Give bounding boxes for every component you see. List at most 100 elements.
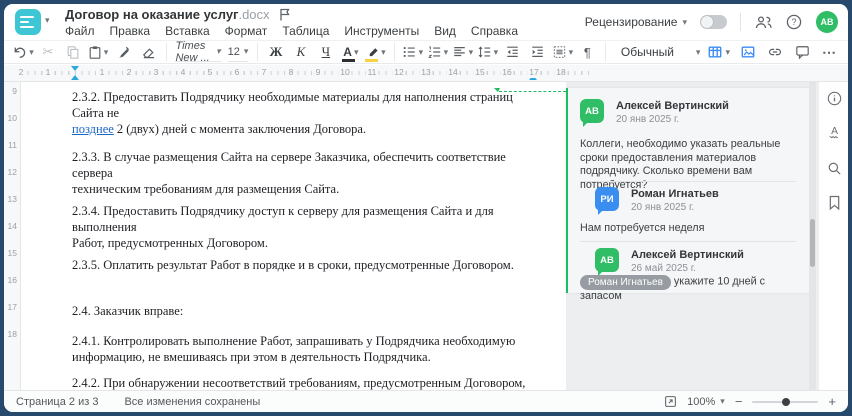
- comment-author: Алексей Вертинский: [616, 100, 729, 112]
- comment-date: 26 май 2025 г.: [631, 263, 696, 274]
- mention-chip[interactable]: Роман Игнатьев: [580, 275, 671, 290]
- tracked-insertion[interactable]: позднее: [72, 122, 114, 136]
- menu-file[interactable]: Файл: [65, 24, 95, 38]
- paragraph-2-3-3[interactable]: 2.3.3. В случае размещения Сайта на серв…: [72, 149, 536, 197]
- cut-button[interactable]: ✂: [39, 42, 57, 62]
- ruler-number: 14: [7, 221, 17, 231]
- user-avatar[interactable]: АВ: [816, 11, 838, 33]
- zoom-slider[interactable]: [752, 397, 819, 406]
- menu-tools[interactable]: Инструменты: [344, 24, 419, 38]
- bold-button[interactable]: Ж: [267, 42, 285, 62]
- paste-button[interactable]: ▾: [89, 42, 108, 62]
- paragraph-style-select[interactable]: Обычный ▾: [621, 45, 701, 59]
- save-status: Все изменения сохранены: [124, 395, 261, 408]
- chevron-down-icon: ▾: [493, 46, 499, 57]
- font-color-button[interactable]: А ▾: [342, 42, 360, 62]
- paragraph-borders-button[interactable]: ▾: [553, 42, 573, 62]
- flag-icon[interactable]: [279, 8, 292, 21]
- ruler-number: 7: [259, 67, 269, 78]
- comment-text: Нам потребуется неделя: [580, 222, 705, 234]
- increase-indent-button[interactable]: [528, 42, 546, 62]
- collaboration-users-icon[interactable]: [754, 13, 772, 31]
- italic-button[interactable]: К: [292, 42, 310, 62]
- app-window: ▾ Договор на оказание услуг.docx Файл Пр…: [4, 4, 848, 412]
- app-logo-icon[interactable]: [15, 9, 41, 35]
- page-indicator[interactable]: Страница 2 из 3: [16, 396, 98, 408]
- zoom-select[interactable]: 100% ▾: [687, 396, 725, 408]
- info-icon[interactable]: [826, 90, 842, 106]
- zoom-in-button[interactable]: +: [828, 395, 836, 408]
- ruler-number: 17: [7, 302, 17, 312]
- undo-caret-icon: ▾: [29, 46, 34, 57]
- highlight-color-button[interactable]: ▾: [365, 42, 386, 62]
- ruler-number: 10: [7, 113, 17, 123]
- divider: [580, 241, 796, 242]
- clear-format-eraser-icon[interactable]: [139, 42, 157, 62]
- header-right: Рецензирование ▾ ? АВ: [585, 4, 838, 40]
- menu-format[interactable]: Формат: [225, 24, 268, 38]
- chevron-down-icon: ▾: [418, 46, 424, 57]
- ruler-number: 18: [7, 329, 17, 339]
- header: ▾ Договор на оказание услуг.docx Файл Пр…: [4, 4, 848, 40]
- decrease-indent-button[interactable]: [503, 42, 521, 62]
- format-painter-icon[interactable]: [114, 42, 132, 62]
- ruler-number: 13: [419, 67, 433, 78]
- document-text[interactable]: 2.3.2. Предоставить Подрядчику необходим…: [72, 89, 536, 412]
- first-line-indent-marker[interactable]: [71, 66, 79, 71]
- zoom-slider-handle[interactable]: [782, 397, 791, 406]
- chevron-down-icon: ▾: [243, 46, 249, 56]
- insert-image-button[interactable]: [739, 42, 757, 62]
- paragraph-2-3-2[interactable]: 2.3.2. Предоставить Подрядчику необходим…: [72, 89, 536, 137]
- paragraph-2-4-1[interactable]: 2.4.1. Контролировать выполнение Работ, …: [72, 333, 536, 365]
- zoom-out-button[interactable]: −: [735, 395, 743, 408]
- ruler-number: 5: [205, 67, 215, 78]
- insert-comment-button[interactable]: [793, 42, 811, 62]
- underline-button[interactable]: Ч: [317, 42, 335, 62]
- font-name-select[interactable]: Times New ... ▾: [175, 40, 221, 64]
- align-left-button[interactable]: ▾: [453, 42, 473, 62]
- spellcheck-icon[interactable]: A: [826, 124, 842, 140]
- chevron-down-icon: ▾: [682, 16, 687, 27]
- more-tools-button[interactable]: ⋯: [820, 42, 838, 62]
- menu-edit[interactable]: Правка: [110, 24, 151, 38]
- numbered-list-button[interactable]: ▾: [427, 42, 448, 62]
- comment-anchor-icon: [494, 88, 500, 92]
- paragraph-2-3-5[interactable]: 2.3.5. Оплатить результат Работ в порядк…: [72, 257, 536, 273]
- ruler-number: 18: [554, 67, 568, 78]
- copy-button[interactable]: [64, 42, 82, 62]
- document-page[interactable]: 2.3.2. Предоставить Подрядчику необходим…: [21, 82, 566, 412]
- chevron-down-icon: ▾: [725, 46, 730, 57]
- font-size-select[interactable]: 12 ▾: [227, 43, 249, 62]
- logo-menu-caret-icon[interactable]: ▾: [45, 15, 50, 26]
- scrollbar-thumb[interactable]: [810, 219, 815, 267]
- show-paragraph-marks-button[interactable]: ¶: [578, 42, 596, 62]
- left-indent-marker[interactable]: [71, 75, 79, 80]
- menu-help[interactable]: Справка: [471, 24, 518, 38]
- comments-scrollbar[interactable]: [809, 82, 816, 390]
- menu-insert[interactable]: Вставка: [165, 24, 210, 38]
- help-icon[interactable]: ?: [785, 13, 803, 31]
- desktop-background: ▾ Договор на оказание услуг.docx Файл Пр…: [0, 0, 852, 416]
- paragraph-2-3-4[interactable]: 2.3.4. Предоставить Подрядчику доступ к …: [72, 203, 536, 251]
- menu-table[interactable]: Таблица: [282, 24, 329, 38]
- document-title: Договор на оказание услуг.docx: [65, 7, 270, 22]
- line-spacing-button[interactable]: ▾: [478, 42, 499, 62]
- fit-width-icon[interactable]: [663, 395, 677, 409]
- review-mode-dropdown[interactable]: Рецензирование ▾: [585, 15, 687, 29]
- menu-view[interactable]: Вид: [434, 24, 456, 38]
- insert-link-button[interactable]: [766, 42, 784, 62]
- ruler-number: 9: [313, 67, 323, 78]
- insert-table-button[interactable]: ▾: [707, 42, 730, 62]
- undo-button[interactable]: ▾: [14, 42, 34, 62]
- bookmark-icon[interactable]: [826, 194, 842, 210]
- chevron-down-icon: ▾: [720, 396, 725, 406]
- svg-text:A: A: [831, 126, 838, 137]
- review-toggle[interactable]: [700, 15, 727, 29]
- paragraph-2-4[interactable]: 2.4. Заказчик вправе:: [72, 303, 536, 319]
- comment-thread[interactable]: АВ Алексей Вертинский 20 янв 2025 г. Кол…: [566, 88, 810, 302]
- v-ruler[interactable]: 9 10 11 12 13 14 15 16 17 18: [4, 82, 21, 390]
- search-icon[interactable]: [826, 160, 842, 176]
- highlighter-icon: [365, 46, 379, 62]
- bullet-list-button[interactable]: ▾: [403, 42, 424, 62]
- h-ruler[interactable]: 2 1 1 2 3 4 5 6 7 8 9 10 11 12 13 14 15 16 17 18: [4, 65, 848, 82]
